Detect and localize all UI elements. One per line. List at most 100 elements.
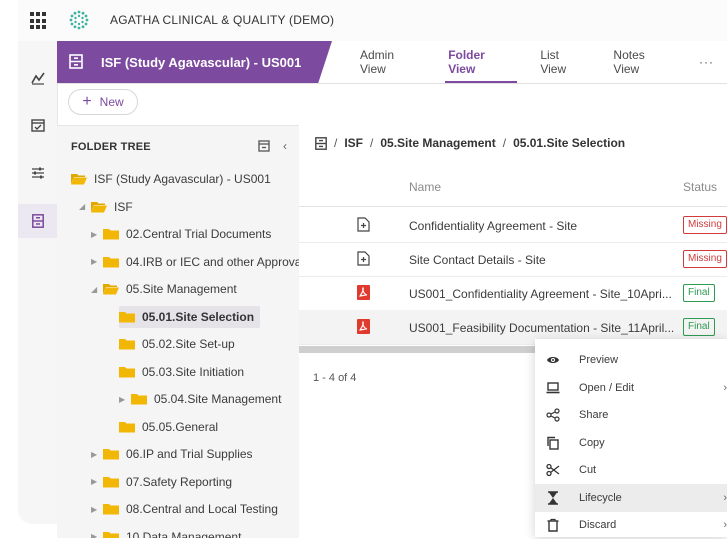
- folder-icon: [103, 504, 119, 515]
- context-menu-label: Discard: [579, 519, 617, 531]
- caret-right-icon[interactable]: ▶: [91, 230, 103, 239]
- collapse-panel-chevron-icon[interactable]: ‹: [283, 139, 287, 153]
- collapse-all-icon[interactable]: [258, 140, 270, 152]
- table-row[interactable]: US001_Confidentiality Agreement - Site_1…: [299, 276, 727, 311]
- caret-down-icon[interactable]: ◢: [79, 202, 91, 211]
- folder-icon: [131, 394, 147, 405]
- tab-folder-view[interactable]: Folder View: [435, 41, 527, 83]
- tasks-rail-button[interactable]: [18, 108, 57, 142]
- document-placeholder-icon: [357, 251, 370, 266]
- document-name[interactable]: US001_Confidentiality Agreement - Site_1…: [409, 287, 672, 301]
- document-name[interactable]: Site Contact Details - Site: [409, 253, 546, 267]
- folder-icon: [103, 449, 119, 460]
- tree-node[interactable]: ▶ 04.IRB or IEC and other Approva: [91, 251, 299, 273]
- table-row[interactable]: Confidentiality Agreement - Site Missing: [299, 208, 727, 243]
- context-menu-item-preview[interactable]: Preview: [535, 346, 727, 374]
- company-logo: [69, 10, 89, 30]
- new-button-label: New: [99, 95, 124, 109]
- archive-icon: [315, 136, 327, 150]
- tree-node-label: ISF (Study Agavascular) - US001: [94, 172, 271, 186]
- tree-node[interactable]: ▶ 10.Data Management: [91, 526, 241, 538]
- binder-title-pill[interactable]: ISF (Study Agavascular) - US001: [57, 41, 332, 83]
- tab-admin-view[interactable]: Admin View: [347, 41, 435, 83]
- tree-node-label: 02.Central Trial Documents: [126, 227, 272, 241]
- context-menu-label: Lifecycle: [579, 491, 622, 504]
- caret-right-icon[interactable]: ▶: [91, 257, 103, 266]
- binder-title: ISF (Study Agavascular) - US001: [101, 55, 302, 70]
- eye-icon: [545, 353, 561, 367]
- tree-node-label: 05.02.Site Set-up: [142, 337, 235, 351]
- folder-icon: [119, 339, 135, 350]
- caret-down-icon[interactable]: ◢: [91, 285, 103, 294]
- context-menu: Preview Open / Edit › Share Copy Cut Lifecycle…: [535, 339, 727, 537]
- column-header-name[interactable]: Name: [409, 180, 441, 194]
- caret-right-icon[interactable]: ▶: [91, 477, 103, 486]
- new-button[interactable]: + New: [68, 89, 138, 115]
- context-menu-item-share[interactable]: Share: [535, 401, 727, 429]
- context-menu-item-open-edit[interactable]: Open / Edit ›: [535, 374, 727, 402]
- more-tabs-button[interactable]: ···: [686, 41, 727, 83]
- tree-node[interactable]: ▶ 05.04.Site Management: [119, 388, 281, 410]
- tree-node[interactable]: ISF (Study Agavascular) - US001: [71, 168, 271, 190]
- share-icon: [545, 408, 561, 422]
- tree-node[interactable]: 05.05.General: [119, 416, 218, 438]
- tree-node-selected[interactable]: 05.01.Site Selection: [119, 305, 261, 328]
- tree-node-label: 07.Safety Reporting: [126, 474, 233, 489]
- dashboard-rail-button[interactable]: [18, 61, 57, 95]
- tab-list-view[interactable]: List View: [527, 41, 600, 83]
- view-tabs: Admin View Folder View List View Notes V…: [347, 41, 727, 83]
- calendar-check-icon: [30, 119, 45, 132]
- caret-right-icon[interactable]: ▶: [91, 450, 103, 459]
- caret-right-icon[interactable]: ▶: [91, 532, 103, 538]
- tree-node-label: 06.IP and Trial Supplies: [126, 447, 253, 461]
- document-grid-header: Name Status: [299, 168, 727, 207]
- folder-open-icon: [91, 201, 107, 212]
- folder-icon: [103, 476, 119, 487]
- binder-header: ISF (Study Agavascular) - US001 Admin Vi…: [57, 41, 727, 84]
- tree-node[interactable]: 05.03.Site Initiation: [119, 361, 244, 383]
- document-name[interactable]: Confidentiality Agreement - Site: [409, 219, 577, 233]
- tab-notes-view[interactable]: Notes View: [600, 41, 686, 83]
- archive-icon: [31, 214, 44, 228]
- breadcrumb-item[interactable]: 05.Site Management: [380, 136, 495, 150]
- tree-node[interactable]: ◢ ISF: [79, 196, 133, 218]
- folder-icon: [119, 366, 135, 377]
- tree-node[interactable]: 05.02.Site Set-up: [119, 333, 235, 355]
- status-badge: Missing: [683, 250, 727, 268]
- context-menu-label: Share: [579, 409, 609, 421]
- caret-right-icon[interactable]: ▶: [91, 505, 103, 514]
- context-menu-item-discard[interactable]: Discard ›: [535, 511, 727, 539]
- scissors-icon: [545, 463, 561, 477]
- context-menu-label: Copy: [579, 436, 605, 449]
- pdf-icon: [357, 285, 370, 300]
- settings-rail-button[interactable]: [18, 156, 57, 190]
- document-placeholder-icon: [357, 217, 370, 232]
- tree-node-label: 08.Central and Local Testing: [126, 502, 278, 516]
- tree-node[interactable]: ▶ 07.Safety Reporting: [91, 471, 232, 493]
- context-menu-label: Preview: [579, 354, 619, 366]
- tree-node[interactable]: ▶ 06.IP and Trial Supplies: [91, 443, 253, 465]
- chevron-right-icon: ›: [723, 381, 727, 394]
- folder-icon: [103, 229, 119, 240]
- tree-node[interactable]: ▶ 02.Central Trial Documents: [91, 223, 271, 245]
- caret-right-icon[interactable]: ▶: [119, 395, 131, 404]
- app-launcher-icon[interactable]: [30, 12, 48, 30]
- context-menu-item-cut[interactable]: Cut: [535, 456, 727, 484]
- folder-icon: [103, 256, 119, 267]
- column-header-status[interactable]: Status: [683, 180, 717, 194]
- breadcrumb-separator: /: [334, 136, 338, 150]
- breadcrumb-item[interactable]: ISF: [344, 136, 363, 150]
- tree-node[interactable]: ◢ 05.Site Management: [91, 278, 237, 300]
- table-row[interactable]: Site Contact Details - Site Missing: [299, 242, 727, 277]
- document-name[interactable]: US001_Feasibility Documentation - Site_1…: [409, 321, 674, 335]
- hourglass-icon: [545, 490, 561, 505]
- context-menu-item-copy[interactable]: Copy: [535, 429, 727, 457]
- breadcrumb-item[interactable]: 05.01.Site Selection: [513, 136, 625, 150]
- left-rail: [18, 41, 58, 524]
- binders-rail-button[interactable]: [18, 204, 57, 238]
- context-menu-item-lifecycle[interactable]: Lifecycle ›: [535, 483, 727, 512]
- status-badge: Final: [683, 284, 715, 302]
- tree-node[interactable]: ▶ 08.Central and Local Testing: [91, 498, 278, 520]
- app-title: AGATHA CLINICAL & QUALITY (DEMO): [110, 13, 335, 27]
- breadcrumb-separator: /: [502, 136, 507, 150]
